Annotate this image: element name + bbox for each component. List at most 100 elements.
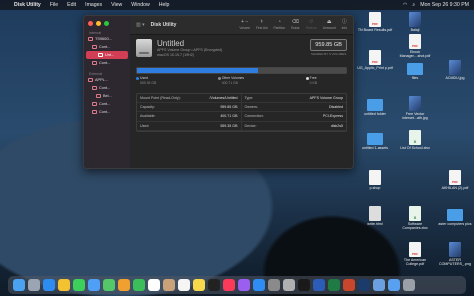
legend-free: Free 0 KB — [305, 76, 317, 85]
desktop-item[interactable]: untitled folder — [355, 96, 395, 116]
dock-system-preferences-icon[interactable] — [268, 279, 280, 291]
first-aid-button[interactable]: ⚕ First Aid — [256, 19, 268, 31]
dock-notes-icon[interactable] — [193, 279, 205, 291]
dock-facetime-icon[interactable] — [133, 279, 145, 291]
sidebar-item-disk[interactable]: TS960G... — [84, 35, 130, 43]
container-icon — [92, 45, 97, 49]
view-button[interactable]: ▥ ▾ — [136, 22, 145, 28]
dock-terminal-icon[interactable] — [298, 279, 310, 291]
sidebar-item-container[interactable]: Cont... — [84, 43, 130, 51]
image-file-icon — [449, 242, 461, 257]
info-button[interactable]: ⓘ Info — [341, 19, 347, 31]
dock-trash-icon[interactable] — [403, 279, 415, 291]
desktop-item[interactable]: write.html — [355, 206, 395, 226]
window-title: Disk Utility — [150, 22, 177, 28]
desktop-item[interactable]: ASTER COMPUTERS_.png — [435, 242, 474, 266]
dock-podcasts-icon[interactable] — [238, 279, 250, 291]
info-capacity: Capacity: 959.85 GB — [137, 103, 242, 113]
menu-images[interactable]: Images — [85, 2, 102, 8]
usage-bar — [136, 67, 347, 74]
volume-button[interactable]: + − Volume — [239, 19, 250, 31]
dock-reminders-icon[interactable] — [178, 279, 190, 291]
desktop-item[interactable]: Ebook Manager....shot.pdf — [395, 34, 435, 58]
restore-button[interactable]: ↺ Restore — [306, 20, 317, 31]
info-owners: Owners: Disabled — [241, 103, 346, 113]
sidebar-item-untitled[interactable]: Unt... — [86, 51, 128, 59]
minimize-button[interactable] — [96, 21, 101, 26]
desktop-item[interactable]: Balaji — [395, 12, 435, 32]
dock-maps-icon[interactable] — [103, 279, 115, 291]
menu-window[interactable]: Window — [131, 2, 149, 8]
erase-icon: ⌫ — [291, 19, 299, 25]
info-icon: ⓘ — [341, 19, 347, 25]
erase-button[interactable]: ⌫ Erase — [291, 19, 299, 31]
desktop-item[interactable]: AKHILAN (2).pdf — [435, 170, 474, 190]
dock-mail-icon[interactable] — [88, 279, 100, 291]
dock — [8, 276, 466, 294]
desktop-item[interactable]: UG_Applic_Print p.pdf — [355, 50, 395, 70]
menu-bar: Disk Utility File Edit Images View Windo… — [0, 0, 474, 10]
menu-file[interactable]: File — [50, 2, 58, 8]
container-icon — [92, 110, 97, 114]
menu-help[interactable]: Help — [159, 2, 170, 8]
info-mount-point: Mount Point (Read-Only):/Volumes/Untitle… — [137, 94, 242, 104]
dock-downloads-icon[interactable] — [388, 279, 400, 291]
dock-tv-icon[interactable] — [208, 279, 220, 291]
dock-powerpoint-icon[interactable] — [343, 279, 355, 291]
clock[interactable]: Mon Sep 26 9:30 PM — [420, 2, 469, 8]
close-button[interactable] — [88, 21, 93, 26]
desktop-item[interactable]: ACMDU.jpg — [435, 60, 474, 80]
partition-button[interactable]: ◔ Partition — [274, 20, 286, 31]
wifi-icon[interactable]: ◠ — [403, 2, 408, 8]
desktop-item[interactable]: List Of School.xlsx — [395, 130, 435, 150]
desktop-item[interactable]: untitled 1-assets — [355, 130, 395, 150]
hard-drive-icon — [136, 39, 152, 57]
dock-safari-icon[interactable] — [43, 279, 55, 291]
sidebar-item-container[interactable]: Cont... — [84, 59, 130, 67]
dock-photoshop-icon[interactable] — [358, 279, 370, 291]
dock-launchpad-icon[interactable] — [28, 279, 40, 291]
dock-contacts-icon[interactable] — [163, 279, 175, 291]
dock-finder-icon[interactable] — [13, 279, 25, 291]
sidebar-item-external-disk[interactable]: APPL... — [84, 76, 130, 84]
volume-os: macOS 10.15.7 (19H2) — [157, 53, 194, 57]
desktop-item[interactable]: aster computers pics — [435, 206, 474, 226]
dock-messages-icon[interactable] — [73, 279, 85, 291]
dock-calendar-icon[interactable] — [148, 279, 160, 291]
desktop-item[interactable]: Free Vector interset...ath.jpg — [395, 96, 435, 120]
dock-preview-icon[interactable] — [373, 279, 385, 291]
dock-chrome-icon[interactable] — [58, 279, 70, 291]
sidebar-section-internal: Internal — [89, 31, 101, 35]
stethoscope-icon: ⚕ — [260, 19, 264, 25]
zoom-button[interactable] — [104, 21, 109, 26]
desktop-item[interactable]: Software Companies.xlsx — [395, 206, 435, 230]
search-icon[interactable]: ⌕ — [412, 2, 415, 9]
container-icon — [92, 61, 97, 65]
sidebar-item-container[interactable]: Cont... — [84, 84, 130, 92]
unmount-button[interactable]: ⏏ Unmount — [323, 20, 336, 31]
menu-edit[interactable]: Edit — [67, 2, 76, 8]
desktop-item[interactable]: The American College.pdf — [395, 242, 435, 266]
main-pane: ▥ ▾ Disk Utility + − Volume ⚕ First Aid ◔ P… — [130, 16, 353, 168]
volume-icon — [98, 53, 103, 57]
dock-app-store-icon[interactable] — [253, 279, 265, 291]
dock-photos-icon[interactable] — [118, 279, 130, 291]
sidebar-item-container[interactable]: Cont... — [84, 108, 130, 116]
desktop-item[interactable]: p.shop — [355, 170, 395, 190]
dock-music-icon[interactable] — [223, 279, 235, 291]
volume-size-caption: SHARED BY 5 VOLUMES — [310, 52, 347, 56]
desktop-item[interactable]: TN Board Results.pdf — [355, 12, 395, 32]
disk-icon — [88, 78, 93, 82]
spreadsheet-file-icon — [409, 206, 421, 221]
menu-app-name[interactable]: Disk Utility — [14, 2, 41, 8]
sidebar-item-volume[interactable]: Bel... — [84, 92, 130, 100]
dock-word-icon[interactable] — [313, 279, 325, 291]
legend-used: Used 559.35 GB — [136, 76, 156, 85]
sidebar-item-container[interactable]: Cont... — [84, 100, 130, 108]
desktop-item[interactable]: files — [395, 60, 435, 80]
usage-bar-other — [258, 68, 346, 73]
menu-view[interactable]: View — [111, 2, 122, 8]
plus-minus-icon: + − — [241, 19, 249, 25]
dock-disk-utility-icon[interactable] — [283, 279, 295, 291]
dock-excel-icon[interactable] — [328, 279, 340, 291]
